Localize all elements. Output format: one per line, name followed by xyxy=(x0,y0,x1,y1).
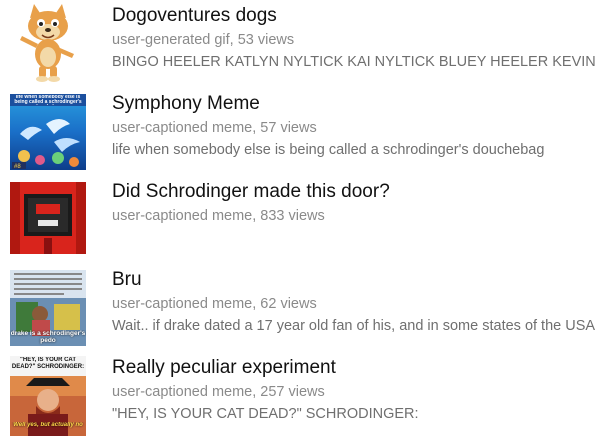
thumb-caption-bottom: Well yes, but actually no xyxy=(13,422,83,428)
thumb-caption-bottom: drake is a schrodinger's pedo xyxy=(10,330,86,344)
list-item[interactable]: #8 life when somebody else is being call… xyxy=(0,88,611,172)
list-item-text: Bru user-captioned meme, 62 views Wait..… xyxy=(112,264,611,336)
item-meta: user-generated gif, 53 views xyxy=(112,32,295,48)
ocean-dolphins-meme-thumbnail[interactable]: #8 life when somebody else is being call… xyxy=(10,94,86,170)
item-meta: user-captioned meme, 833 views xyxy=(112,208,325,224)
item-description: Wait.. if drake dated a 17 year old fan … xyxy=(112,318,596,334)
thumb-caption: life when somebody else is being called … xyxy=(14,95,82,105)
item-meta: user-captioned meme, 62 views xyxy=(112,296,317,312)
item-title[interactable]: Really peculiar experiment xyxy=(112,357,611,379)
item-title[interactable]: Symphony Meme xyxy=(112,93,611,115)
list-item[interactable]: Dogoventures dogs user-generated gif, 53… xyxy=(0,0,611,84)
list-item-text: Dogoventures dogs user-generated gif, 53… xyxy=(112,0,611,72)
list-item[interactable]: Did Schrodinger made this door? user-cap… xyxy=(0,176,611,260)
item-description: life when somebody else is being called … xyxy=(112,142,545,158)
item-title[interactable]: Bru xyxy=(112,269,611,291)
item-description: "HEY, IS YOUR CAT DEAD?" SCHRODINGER: xyxy=(112,406,419,422)
svg-text:#8: #8 xyxy=(14,164,21,170)
pirate-cat-meme-thumbnail[interactable]: "HEY, IS YOUR CAT DEAD?" SCHRODINGER: We… xyxy=(10,356,86,436)
item-meta: user-captioned meme, 257 views xyxy=(112,384,325,400)
bingo-heeler-dog-thumbnail[interactable] xyxy=(12,2,84,82)
item-meta: user-captioned meme, 57 views xyxy=(112,120,317,136)
thumb-caption-top: "HEY, IS YOUR CAT DEAD?" SCHRODINGER: xyxy=(11,357,85,370)
red-door-thumbnail[interactable] xyxy=(10,182,86,254)
list-item-text: Did Schrodinger made this door? user-cap… xyxy=(112,176,611,226)
item-title[interactable]: Did Schrodinger made this door? xyxy=(112,181,611,203)
list-item-text: Really peculiar experiment user-captione… xyxy=(112,352,611,424)
item-title[interactable]: Dogoventures dogs xyxy=(112,5,611,27)
list-item[interactable]: drake is a schrodinger's pedo Bru user-c… xyxy=(0,264,611,348)
meme-result-list: Dogoventures dogs user-generated gif, 53… xyxy=(0,0,611,438)
list-item-text: Symphony Meme user-captioned meme, 57 vi… xyxy=(112,88,611,160)
item-description: BINGO HEELER KATLYN NYLTICK KAI NYLTICK … xyxy=(112,54,596,70)
list-item[interactable]: "HEY, IS YOUR CAT DEAD?" SCHRODINGER: We… xyxy=(0,352,611,436)
drake-schrodinger-meme-thumbnail[interactable]: drake is a schrodinger's pedo xyxy=(10,270,86,346)
